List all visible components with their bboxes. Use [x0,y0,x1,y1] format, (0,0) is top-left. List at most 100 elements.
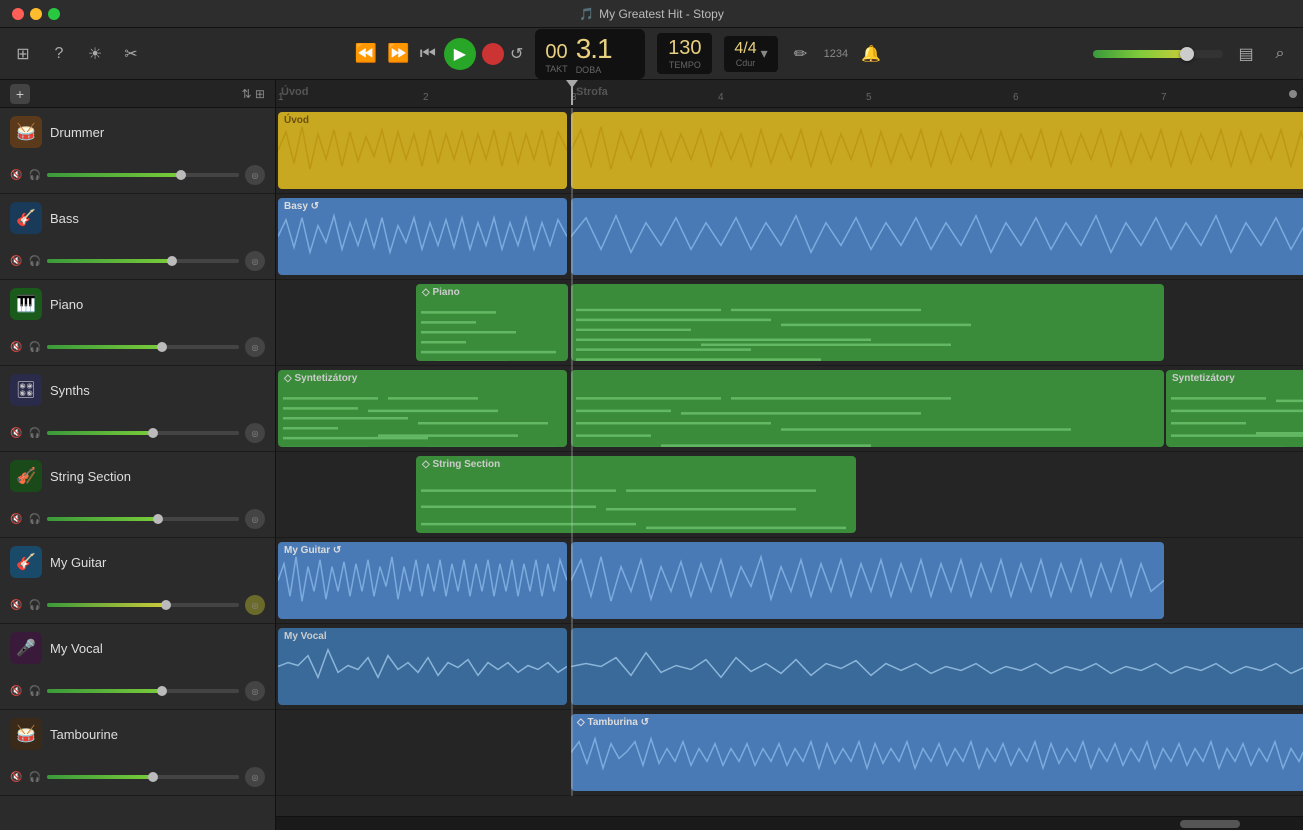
tempo-display[interactable]: 130 TEMPO [657,33,712,74]
region-my-guitar-uvod[interactable]: My Guitar ↺ [278,542,567,619]
volume-slider-tambourine[interactable] [47,775,239,779]
timeline-track-piano[interactable]: ◇ Piano [276,280,1303,366]
timeline-track-my-vocal[interactable]: My Vocal [276,624,1303,710]
timeline-track-my-guitar[interactable]: My Guitar ↺ [276,538,1303,624]
h-scroll-thumb[interactable] [1180,820,1240,828]
pan-knob-my-guitar[interactable]: ◎ [245,595,265,615]
maximize-button[interactable] [48,8,60,20]
pan-knob-tambourine[interactable]: ◎ [245,767,265,787]
track-item-bass[interactable]: 🎸 Bass 🔇 🎧 ◎ [0,194,275,280]
track-item-synths[interactable]: 🎛 Synths 🔇 🎧 ◎ [0,366,275,452]
master-volume-slider[interactable] [1093,50,1223,58]
pan-knob-my-vocal[interactable]: ◎ [245,681,265,701]
sort-button[interactable]: ⇅ ⊞ [242,87,265,101]
play-button[interactable]: ▶ [444,38,476,70]
track-item-string-section[interactable]: 🎻 String Section 🔇 🎧 ◎ [0,452,275,538]
timeline-track-synths[interactable]: ◇ Syntetizátory [276,366,1303,452]
signature-dropdown-icon[interactable]: ▾ [761,45,768,62]
mute-icon-drummer[interactable]: 🔇 [10,170,22,181]
mute-icon-synths[interactable]: 🔇 [10,428,22,439]
volume-thumb-my-vocal[interactable] [157,686,167,696]
pan-knob-drummer[interactable]: ◎ [245,165,265,185]
window-controls[interactable] [12,8,60,20]
headphone-icon-string-section[interactable]: 🎧 [28,514,40,525]
volume-slider-drummer[interactable] [47,173,239,177]
mute-icon-piano[interactable]: 🔇 [10,342,22,353]
rewind-button[interactable]: ⏪ [353,43,379,64]
track-item-piano[interactable]: 🎹 Piano 🔇 🎧 ◎ [0,280,275,366]
region-synths-strofa[interactable] [571,370,1164,447]
headphone-icon-my-guitar[interactable]: 🎧 [28,600,40,611]
timeline-track-drummer[interactable]: Úvod [276,108,1303,194]
track-item-tambourine[interactable]: 🥁 Tambourine 🔇 🎧 ◎ [0,710,275,796]
tracks-scroll[interactable]: Úvod [276,108,1303,816]
mute-icon-my-vocal[interactable]: 🔇 [10,686,22,697]
volume-slider-piano[interactable] [47,345,239,349]
settings-icon[interactable]: ☀ [84,43,106,65]
master-volume-thumb[interactable] [1180,47,1194,61]
pan-knob-bass[interactable]: ◎ [245,251,265,271]
pan-knob-string-section[interactable]: ◎ [245,509,265,529]
region-drummer-strofa[interactable] [571,112,1303,189]
volume-slider-my-vocal[interactable] [47,689,239,693]
library-icon[interactable]: ⊞ [12,43,34,65]
search-icon[interactable]: ⌕ [1269,43,1291,65]
region-string-section[interactable]: ◇ String Section [416,456,856,533]
position-display[interactable]: 00 TAKT 3.1 DOBA [535,29,645,79]
region-synths-uvod[interactable]: ◇ Syntetizátory [278,370,567,447]
timeline-ruler[interactable]: Úvod Strofa Refrén 1 2 3 4 5 6 7 [276,80,1303,108]
record-button[interactable] [482,43,504,65]
volume-slider-my-guitar[interactable] [47,603,239,607]
region-tambourine[interactable]: ◇ Tamburina ↺ [571,714,1303,791]
timeline-track-tambourine[interactable]: ◇ Tamburina ↺ [276,710,1303,796]
region-piano-strofa[interactable] [571,284,1164,361]
headphone-icon-bass[interactable]: 🎧 [28,256,40,267]
mute-icon-bass[interactable]: 🔇 [10,256,22,267]
volume-thumb-piano[interactable] [157,342,167,352]
volume-thumb-tambourine[interactable] [148,772,158,782]
region-synths-refren[interactable]: Syntetizátory [1166,370,1303,447]
cycle-button[interactable]: ↺ [510,44,523,64]
headphone-icon-tambourine[interactable]: 🎧 [28,772,40,783]
region-drummer-uvod[interactable]: Úvod [278,112,567,189]
close-button[interactable] [12,8,24,20]
mute-icon-string-section[interactable]: 🔇 [10,514,22,525]
library-list-icon[interactable]: ▤ [1235,43,1257,65]
track-item-my-vocal[interactable]: 🎤 My Vocal 🔇 🎧 ◎ [0,624,275,710]
region-my-vocal-uvod[interactable]: My Vocal [278,628,567,705]
metronome-icon[interactable]: 🔔 [860,43,882,65]
headphone-icon-piano[interactable]: 🎧 [28,342,40,353]
scissors-icon[interactable]: ✂ [120,43,142,65]
horizontal-scrollbar[interactable] [276,816,1303,830]
volume-thumb-string-section[interactable] [153,514,163,524]
region-my-vocal-strofa[interactable] [571,628,1303,705]
volume-thumb-my-guitar[interactable] [161,600,171,610]
pencil-icon[interactable]: ✏ [790,43,812,65]
region-bass-strofa[interactable] [571,198,1303,275]
pan-knob-synths[interactable]: ◎ [245,423,265,443]
help-icon[interactable]: ? [48,43,70,65]
volume-thumb-bass[interactable] [167,256,177,266]
headphone-icon-drummer[interactable]: 🎧 [28,170,40,181]
volume-thumb-synths[interactable] [148,428,158,438]
volume-slider-bass[interactable] [47,259,239,263]
timeline-track-string-section[interactable]: ◇ String Section [276,452,1303,538]
fastforward-button[interactable]: ⏩ [385,43,411,64]
headphone-icon-my-vocal[interactable]: 🎧 [28,686,40,697]
region-piano-intro[interactable]: ◇ Piano [416,284,568,361]
volume-slider-string-section[interactable] [47,517,239,521]
volume-thumb-drummer[interactable] [176,170,186,180]
region-my-guitar-strofa[interactable] [571,542,1164,619]
track-item-drummer[interactable]: 🥁 Drummer 🔇 🎧 ◎ [0,108,275,194]
headphone-icon-synths[interactable]: 🎧 [28,428,40,439]
add-track-button[interactable]: + [10,84,30,104]
tostart-button[interactable]: ⏮ [418,43,438,64]
mute-icon-tambourine[interactable]: 🔇 [10,772,22,783]
volume-slider-synths[interactable] [47,431,239,435]
minimize-button[interactable] [30,8,42,20]
mute-icon-my-guitar[interactable]: 🔇 [10,600,22,611]
pan-knob-piano[interactable]: ◎ [245,337,265,357]
signature-display[interactable]: 4/4 Cdur ▾ [724,36,777,72]
region-bass-uvod[interactable]: Basy ↺ [278,198,567,275]
track-item-my-guitar[interactable]: 🎸 My Guitar 🔇 🎧 ◎ [0,538,275,624]
